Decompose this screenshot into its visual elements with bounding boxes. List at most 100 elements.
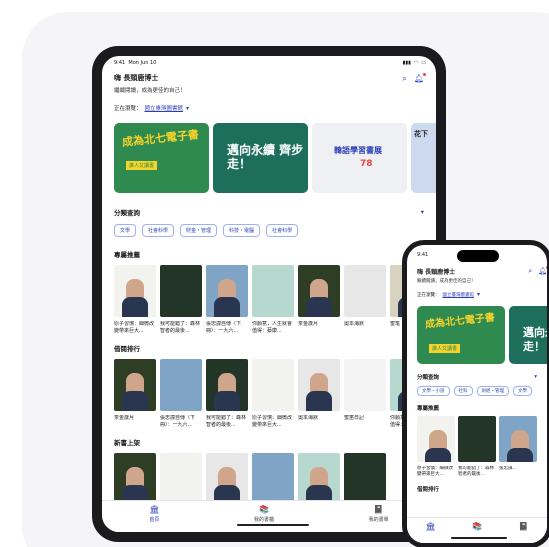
- book-card[interactable]: 你願意，人生就會值得：蔡康...: [252, 265, 294, 334]
- category-tag[interactable]: 財金・管理: [180, 224, 218, 237]
- banner-3[interactable]: 韓語學習書展 78: [312, 123, 407, 193]
- book-cover[interactable]: [252, 453, 294, 505]
- signal-icon: ▮▮▮: [402, 59, 411, 66]
- book-card[interactable]: 我可能錯了：森林智者的最後...: [206, 359, 248, 428]
- book-cover[interactable]: [114, 453, 156, 505]
- book-cover[interactable]: [298, 453, 340, 505]
- tab-bookshelf[interactable]: 📚 我的書櫃: [254, 505, 274, 523]
- book-title[interactable]: 我可能錯了：森林智者的最後...: [458, 466, 496, 479]
- chevron-down-icon[interactable]: ▾: [421, 208, 424, 216]
- library-selector[interactable]: 正在瀏覽： 國立臺灣圖書館 ▾: [407, 291, 547, 298]
- category-section-header[interactable]: 分類查詢 ▾: [407, 373, 547, 381]
- book-title[interactable]: 張忠謀自傳（下冊）：一九六...: [160, 415, 202, 428]
- book-card[interactable]: 原子習慣：細微改變帶來巨大...: [114, 265, 156, 334]
- book-title[interactable]: 奧本海默: [298, 415, 340, 428]
- book-cover[interactable]: [298, 265, 340, 317]
- cover-figure: [122, 297, 148, 317]
- category-tag[interactable]: 文學: [513, 386, 532, 396]
- bookshelf-icon[interactable]: 📚: [259, 505, 269, 514]
- book-cover[interactable]: [206, 265, 248, 317]
- book-title[interactable]: 原子習慣：細微改變帶來巨大...: [114, 321, 156, 334]
- banner-carousel[interactable]: 成為北七電子書誰人又讀書 邁向永續 齊步走！: [417, 306, 547, 364]
- book-cover[interactable]: [458, 416, 496, 462]
- book-card[interactable]: 我可能錯了：森林智者的最後...: [458, 416, 496, 479]
- book-cover[interactable]: [344, 359, 386, 411]
- library-selector[interactable]: 正在瀏覽： 國立臺灣圖書館 ▾: [102, 104, 436, 113]
- book-cover[interactable]: [344, 265, 386, 317]
- booklist-icon[interactable]: 📓: [374, 505, 384, 514]
- book-cover[interactable]: [206, 453, 248, 505]
- book-cover[interactable]: [252, 265, 294, 317]
- book-cover[interactable]: [417, 416, 455, 462]
- book-title[interactable]: 茶金歲月: [298, 321, 340, 334]
- book-title[interactable]: 張忠謀...: [499, 466, 537, 479]
- category-title: 分類查詢: [114, 209, 140, 217]
- banner-2[interactable]: 邁向永續 齊步走！: [213, 123, 308, 193]
- library-name[interactable]: 國立臺灣圖書館: [145, 104, 184, 112]
- tab-booklist[interactable]: 📓: [519, 522, 529, 531]
- recommended-section-header: 專屬推薦: [407, 404, 547, 412]
- category-tag[interactable]: 財經・管理: [476, 386, 509, 396]
- book-card[interactable]: 原子習慣：細微改變帶來巨大...: [417, 416, 455, 479]
- tab-bookshelf[interactable]: 📚: [472, 522, 482, 531]
- tab-home[interactable]: 🏛: [425, 522, 435, 531]
- book-title[interactable]: 茶金歲月: [114, 415, 156, 428]
- category-tag[interactable]: 社科: [453, 386, 473, 396]
- book-card[interactable]: 張忠謀自傳（下冊）：一九六...: [206, 265, 248, 334]
- book-cover[interactable]: [114, 359, 156, 411]
- category-tag[interactable]: 社會科學: [266, 224, 299, 237]
- book-title[interactable]: 我可能錯了：森林智者的最後...: [206, 415, 248, 428]
- category-section-header[interactable]: 分類查詢 ▾: [102, 207, 436, 217]
- book-cover[interactable]: [499, 416, 537, 462]
- book-cover[interactable]: [206, 359, 248, 411]
- chevron-down-icon[interactable]: ▾: [534, 374, 537, 380]
- category-tag[interactable]: 文學・小說: [417, 386, 450, 396]
- book-card[interactable]: 茶金歲月: [298, 265, 340, 334]
- book-card[interactable]: 原子習慣：細微改變帶來巨大...: [252, 359, 294, 428]
- book-cover[interactable]: [160, 453, 202, 505]
- banner-carousel[interactable]: 成為北七電子書 誰人又讀書 邁向永續 齊步走！ 韓語學習書展 78 花下: [114, 123, 436, 193]
- book-title[interactable]: 你願意，人生就會值得：蔡康...: [252, 321, 294, 334]
- book-cover[interactable]: [298, 359, 340, 411]
- booklist-icon[interactable]: 📓: [519, 522, 529, 531]
- book-cover[interactable]: [114, 265, 156, 317]
- book-cover[interactable]: [344, 453, 386, 505]
- chevron-down-icon[interactable]: ▾: [477, 291, 480, 298]
- book-card[interactable]: 茶金歲月: [114, 359, 156, 428]
- home-icon[interactable]: 🏛: [425, 522, 435, 531]
- book-title[interactable]: 張忠謀自傳（下冊）：一九六...: [206, 321, 248, 334]
- book-card[interactable]: 張忠謀...: [499, 416, 537, 479]
- book-title[interactable]: 我可能錯了：森林智者的最後...: [160, 321, 202, 334]
- category-tag[interactable]: 文學: [114, 224, 137, 237]
- banner-1[interactable]: 成為北七電子書 誰人又讀書: [114, 123, 209, 193]
- book-title[interactable]: 原子習慣：細微改變帶來巨大...: [417, 466, 455, 479]
- book-title[interactable]: 奧本海默: [344, 321, 386, 334]
- ranking-shelf: 茶金歲月 張忠謀自傳（下冊）：一九六... 我可能錯了：森林智者的最後... 原子習慣…: [102, 359, 436, 428]
- category-tag[interactable]: 科技・電腦: [223, 224, 261, 237]
- chevron-down-icon[interactable]: ▾: [186, 105, 189, 112]
- book-card[interactable]: 我可能錯了：森林智者的最後...: [160, 265, 202, 334]
- book-cover[interactable]: [252, 359, 294, 411]
- book-card[interactable]: 奧本海默: [298, 359, 340, 428]
- search-icon[interactable]: ⌕: [402, 74, 406, 84]
- book-cover[interactable]: [160, 265, 202, 317]
- banner-4[interactable]: 花下: [411, 123, 436, 193]
- bookshelf-icon[interactable]: 📚: [472, 522, 482, 531]
- book-title[interactable]: 蜜笛日記: [344, 415, 386, 428]
- banner-1[interactable]: 成為北七電子書 誰人又讀書: [417, 306, 505, 364]
- tab-home[interactable]: 🏛 首頁: [149, 505, 159, 523]
- home-indicator: [451, 537, 507, 539]
- category-tag[interactable]: 社會科學: [142, 224, 175, 237]
- bell-icon[interactable]: 🔔︎: [414, 73, 426, 84]
- banner-2[interactable]: 邁向永續 齊步走！: [509, 306, 547, 364]
- book-title[interactable]: 原子習慣：細微改變帶來巨大...: [252, 415, 294, 428]
- search-icon[interactable]: ⌕: [528, 267, 532, 276]
- home-icon[interactable]: 🏛: [149, 505, 159, 514]
- book-cover[interactable]: [160, 359, 202, 411]
- book-card[interactable]: 張忠謀自傳（下冊）：一九六...: [160, 359, 202, 428]
- book-card[interactable]: 蜜笛日記: [344, 359, 386, 428]
- library-name[interactable]: 國立臺灣圖書館: [443, 292, 475, 298]
- book-card[interactable]: 奧本海默: [344, 265, 386, 334]
- bell-icon[interactable]: 🔔︎: [538, 266, 547, 276]
- tab-booklist[interactable]: 📓 我的書單: [369, 505, 389, 523]
